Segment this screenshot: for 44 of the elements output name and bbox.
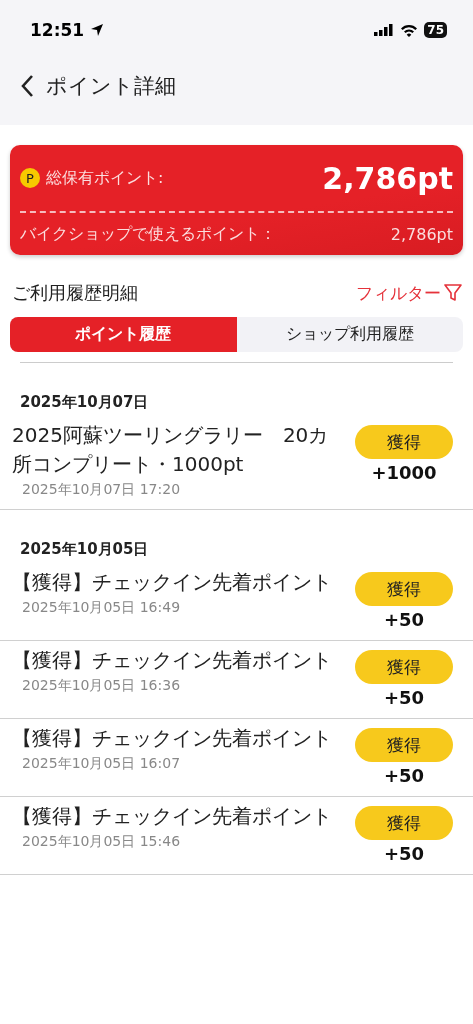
- location-arrow-icon: [90, 23, 105, 37]
- entry-time: 2025年10月05日 16:36: [21, 677, 182, 695]
- earned-badge: 獲得: [355, 728, 453, 762]
- history-entry[interactable]: 【獲得】チェックイン先着ポイント 2025年10月05日 15:46 獲得 +50: [0, 797, 473, 875]
- status-time: 12:51: [30, 20, 85, 40]
- shop-points-label: バイクショップで使えるポイント：: [20, 223, 276, 245]
- entry-title: 【獲得】チェックイン先着ポイント: [12, 569, 333, 596]
- entry-title: 2025阿蘇ツーリングラリー 20カ所コンプリート・1000pt: [12, 422, 330, 478]
- coin-icon: P: [20, 168, 40, 188]
- history-tab[interactable]: ポイント履歴: [10, 317, 237, 352]
- date-heading: 2025年10月07日: [19, 392, 150, 413]
- date-heading: 2025年10月05日: [19, 539, 150, 560]
- signal-icon: [374, 24, 395, 36]
- earned-badge: 獲得: [355, 425, 453, 459]
- entry-time: 2025年10月07日 17:20: [21, 481, 182, 499]
- entry-time: 2025年10月05日 16:07: [21, 755, 182, 773]
- points-amount: +50: [383, 765, 425, 786]
- history-tab[interactable]: ショップ利用履歴: [236, 317, 463, 352]
- points-amount: +50: [383, 609, 425, 630]
- filter-link[interactable]: フィルター: [356, 281, 463, 305]
- shop-points-value: 2,786pt: [390, 224, 453, 244]
- earned-badge: 獲得: [355, 572, 453, 606]
- entry-time: 2025年10月05日 15:46: [21, 833, 182, 851]
- section-title: ご利用履歴明細: [12, 281, 138, 305]
- history-entry[interactable]: 2025阿蘇ツーリングラリー 20カ所コンプリート・1000pt 2025年10月07日 17:20 獲得 +1000: [0, 416, 473, 510]
- back-icon[interactable]: [20, 74, 34, 98]
- total-points-value: 2,786pt: [322, 160, 453, 196]
- points-amount: +1000: [371, 462, 437, 483]
- total-points-label: 総保有ポイント:: [46, 167, 164, 189]
- filter-icon: [443, 283, 463, 303]
- history-entry[interactable]: 【獲得】チェックイン先着ポイント 2025年10月05日 16:36 獲得 +50: [0, 641, 473, 719]
- points-amount: +50: [383, 843, 425, 864]
- entry-title: 【獲得】チェックイン先着ポイント: [12, 725, 333, 752]
- earned-badge: 獲得: [355, 650, 453, 684]
- entry-title: 【獲得】チェックイン先着ポイント: [12, 647, 333, 674]
- entry-title: 【獲得】チェックイン先着ポイント: [12, 803, 333, 830]
- battery-level: 75: [424, 22, 447, 38]
- points-amount: +50: [383, 687, 425, 708]
- history-entry[interactable]: 【獲得】チェックイン先着ポイント 2025年10月05日 16:49 獲得 +50: [0, 563, 473, 641]
- wifi-icon: [400, 23, 419, 37]
- page-title: ポイント詳細: [46, 73, 176, 100]
- earned-badge: 獲得: [355, 806, 453, 840]
- entry-time: 2025年10月05日 16:49: [21, 599, 182, 617]
- history-entry[interactable]: 【獲得】チェックイン先着ポイント 2025年10月05日 16:07 獲得 +50: [0, 719, 473, 797]
